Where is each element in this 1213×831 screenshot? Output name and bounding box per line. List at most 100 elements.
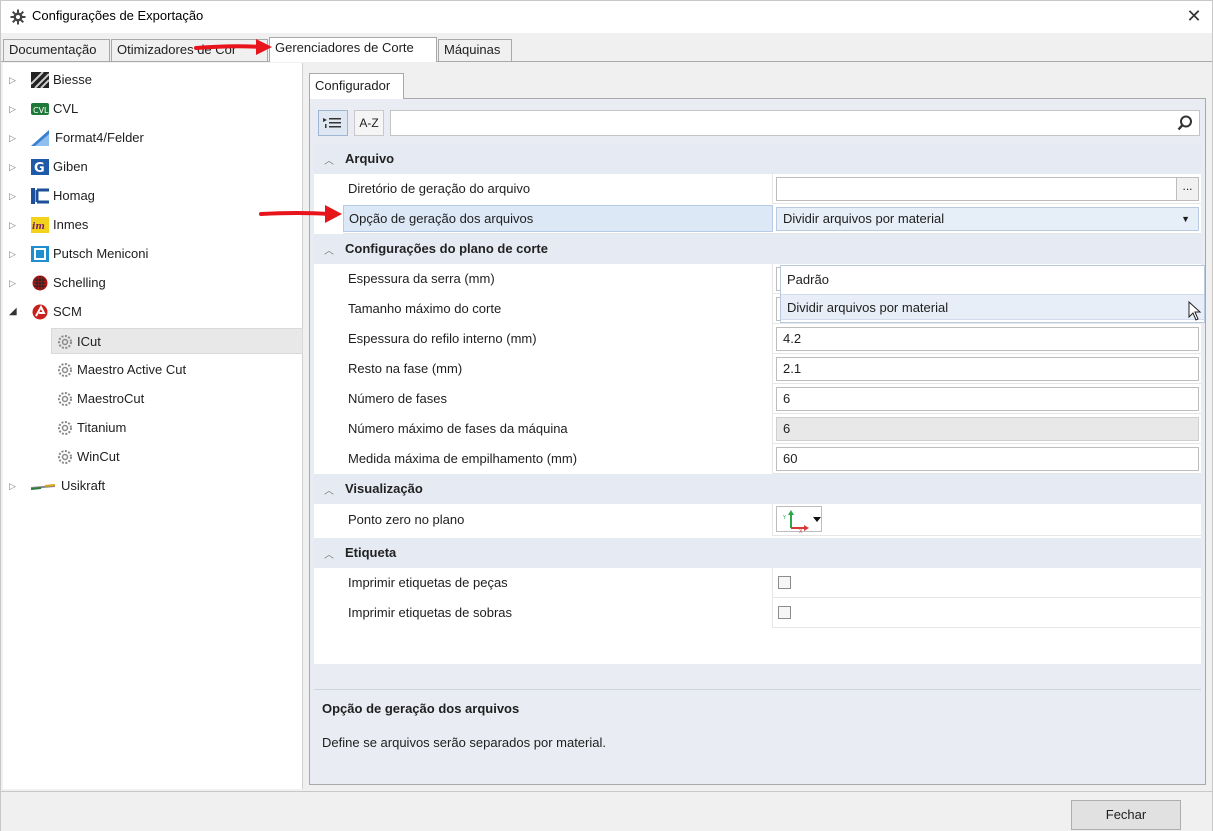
tree-item-wincut[interactable]: WinCut (51, 444, 303, 470)
category-arquivo[interactable]: ︿ Arquivo (314, 144, 1201, 174)
row-medida-maxima-empilhamento[interactable]: Medida máxima de empilhamento (mm) 60 (343, 444, 1201, 474)
description-title: Opção de geração dos arquivos (322, 701, 520, 716)
tab-gerenciadores-de-corte[interactable]: Gerenciadores de Corte (269, 37, 437, 62)
tab-documentacao[interactable]: Documentação (3, 39, 110, 61)
row-numero-fases[interactable]: Número de fases 6 (343, 384, 1201, 414)
category-label: Etiqueta (345, 545, 397, 560)
fechar-button[interactable]: Fechar (1071, 800, 1181, 830)
configurator-panel: A-Z ︿ Arquivo Diretório de geração do ar… (309, 98, 1206, 785)
expand-arrow-icon[interactable]: ▷ (9, 241, 19, 267)
manufacturer-tree: ▷ Biesse ▷ CVL CVL ▷ Format4/Felder ▷ G … (3, 63, 303, 789)
property-value: 2.1 (773, 354, 1201, 384)
tree-label: MaestroCut (77, 391, 145, 406)
row-ponto-zero[interactable]: Ponto zero no plano Y X (343, 504, 1201, 536)
print-part-labels-checkbox[interactable] (778, 576, 791, 589)
tree-item-format4[interactable]: ▷ Format4/Felder (3, 125, 301, 151)
window-close-button[interactable]: ✕ (1176, 1, 1212, 31)
max-phase-count-readonly: 6 (776, 417, 1199, 441)
tab-maquinas[interactable]: Máquinas (438, 39, 512, 61)
gear-icon (58, 335, 72, 349)
expand-arrow-icon[interactable]: ▷ (9, 270, 19, 296)
collapse-arrow-icon[interactable]: ◢ (9, 299, 19, 325)
row-diretorio[interactable]: Diretório de geração do arquivo ... (343, 174, 1201, 204)
origin-point-selector[interactable]: Y X (776, 506, 822, 535)
expand-arrow-icon[interactable]: ▷ (9, 212, 19, 238)
category-visualizacao[interactable]: ︿ Visualização (314, 474, 1201, 504)
expand-arrow-icon[interactable]: ▷ (9, 67, 19, 93)
main-tabs: Documentação Otimizadores de Cor Gerenci… (1, 37, 1212, 62)
tree-item-schelling[interactable]: ▷ Schelling (3, 270, 301, 296)
cvl-logo-icon: CVL (31, 103, 49, 115)
row-espessura-refilo[interactable]: Espessura do refilo interno (mm) 4.2 (343, 324, 1201, 354)
tree-item-inmes[interactable]: ▷ im Inmes (3, 212, 301, 238)
window-title: Configurações de Exportação (32, 8, 204, 23)
file-generation-combobox[interactable]: Dividir arquivos por material ▼ (776, 207, 1199, 231)
tree-item-titanium[interactable]: Titanium (51, 415, 303, 441)
phase-count-input[interactable]: 6 (776, 387, 1199, 411)
collapse-chevron-icon[interactable]: ︿ (324, 482, 334, 497)
svg-text:CVL: CVL (33, 106, 49, 115)
browse-button[interactable]: ... (1176, 178, 1198, 200)
tree-item-maestro-active-cut[interactable]: Maestro Active Cut (51, 357, 303, 383)
expand-arrow-icon[interactable]: ▷ (9, 473, 19, 499)
phase-remainder-input[interactable]: 2.1 (776, 357, 1199, 381)
usikraft-logo-icon (31, 484, 55, 490)
dropdown-arrow-icon[interactable]: ▼ (1181, 208, 1190, 230)
property-name: Tamanho máximo do corte (343, 294, 773, 324)
dropdown-option-padrao[interactable]: Padrão (781, 267, 1204, 293)
trim-thickness-input[interactable]: 4.2 (776, 327, 1199, 351)
tree-item-cvl[interactable]: ▷ CVL CVL (3, 96, 301, 122)
row-etiquetas-pecas[interactable]: Imprimir etiquetas de peças (343, 568, 1201, 598)
putsch-logo-icon (31, 246, 49, 262)
tree-item-putsch-meniconi[interactable]: ▷ Putsch Meniconi (3, 241, 301, 267)
category-label: Arquivo (345, 151, 395, 166)
giben-logo-icon: G (31, 159, 49, 175)
expand-arrow-icon[interactable]: ▷ (9, 183, 19, 209)
directory-input[interactable]: ... (776, 177, 1199, 201)
tree-label: Inmes (53, 217, 89, 232)
row-opcao-geracao[interactable]: Opção de geração dos arquivos Dividir ar… (343, 204, 1201, 234)
svg-text:X: X (799, 529, 803, 533)
dropdown-option-dividir[interactable]: Dividir arquivos por material (781, 294, 1204, 320)
expand-arrow-icon[interactable]: ▷ (9, 154, 19, 180)
dialog-footer: Fechar (1, 791, 1212, 831)
tree-item-usikraft[interactable]: ▷ Usikraft (3, 473, 301, 499)
max-stack-height-input[interactable]: 60 (776, 447, 1199, 471)
row-numero-maximo-fases[interactable]: Número máximo de fases da máquina 6 (343, 414, 1201, 444)
print-leftover-labels-checkbox[interactable] (778, 606, 791, 619)
tab-configurador[interactable]: Configurador (309, 73, 404, 99)
gear-icon (58, 392, 72, 406)
tree-label: Biesse (53, 72, 93, 87)
tree-label: SCM (53, 304, 82, 319)
category-label: Visualização (345, 481, 423, 496)
tree-item-biesse[interactable]: ▷ Biesse (3, 67, 301, 93)
alphabetical-view-button[interactable]: A-Z (354, 110, 384, 136)
tree-item-giben[interactable]: ▷ G Giben (3, 154, 301, 180)
collapse-chevron-icon[interactable]: ︿ (324, 242, 334, 257)
axis-origin-icon: Y X (782, 510, 821, 535)
property-name: Opção de geração dos arquivos (343, 205, 773, 232)
tree-item-scm[interactable]: ◢ SCM (3, 299, 301, 325)
tree-item-homag[interactable]: ▷ Homag (3, 183, 301, 209)
row-etiquetas-sobras[interactable]: Imprimir etiquetas de sobras (343, 598, 1201, 628)
property-name: Diretório de geração do arquivo (343, 174, 773, 204)
collapse-chevron-icon[interactable]: ︿ (324, 546, 334, 561)
category-etiqueta[interactable]: ︿ Etiqueta (314, 538, 1201, 568)
description-text: Define se arquivos serão separados por m… (322, 735, 606, 750)
tree-label: Usikraft (61, 478, 106, 493)
categorized-view-button[interactable] (318, 110, 348, 136)
row-resto-fase[interactable]: Resto na fase (mm) 2.1 (343, 354, 1201, 384)
property-name: Medida máxima de empilhamento (mm) (343, 444, 773, 474)
tree-label: Schelling (53, 275, 106, 290)
tree-item-icut[interactable]: ICut (51, 328, 303, 354)
property-search-input[interactable] (390, 110, 1200, 136)
gear-icon (58, 421, 72, 435)
expand-arrow-icon[interactable]: ▷ (9, 96, 19, 122)
expand-arrow-icon[interactable]: ▷ (9, 125, 19, 151)
format4-logo-icon (31, 130, 49, 146)
property-name: Imprimir etiquetas de peças (343, 568, 773, 598)
category-plano-de-corte[interactable]: ︿ Configurações do plano de corte (314, 234, 1201, 264)
property-name: Espessura da serra (mm) (343, 264, 773, 294)
collapse-chevron-icon[interactable]: ︿ (324, 152, 334, 167)
tree-item-maestrocut[interactable]: MaestroCut (51, 386, 303, 412)
